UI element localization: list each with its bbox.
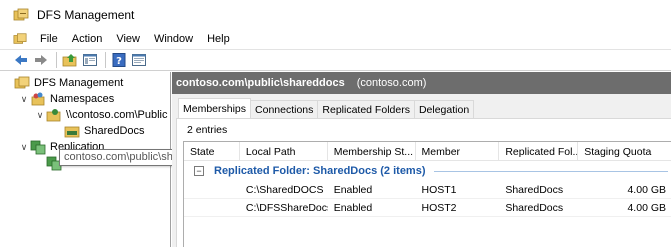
toolbar: ? bbox=[0, 49, 671, 71]
cell-state bbox=[184, 181, 240, 199]
properties-icon bbox=[132, 54, 146, 66]
pane-header: contoso.com\public\shareddocs (contoso.c… bbox=[172, 72, 671, 94]
tab-strip: Memberships Connections Replicated Folde… bbox=[178, 98, 475, 118]
tree-item-label: Namespaces bbox=[50, 93, 115, 105]
collapse-group-icon[interactable]: − bbox=[194, 166, 204, 176]
column-header-state[interactable]: State bbox=[184, 142, 240, 161]
menu-view[interactable]: View bbox=[109, 33, 147, 45]
dfs-management-icon bbox=[13, 8, 29, 21]
back-button[interactable] bbox=[12, 51, 30, 69]
system-menu-icon[interactable] bbox=[13, 32, 27, 46]
help-button[interactable]: ? bbox=[110, 51, 128, 69]
memberships-panel: 2 entries State Local Path Membership St… bbox=[176, 118, 671, 247]
namespace-folder-icon bbox=[46, 109, 61, 122]
replication-icon bbox=[30, 140, 46, 155]
header-path: contoso.com\public\shareddocs bbox=[176, 77, 345, 89]
shared-folder-icon bbox=[64, 126, 80, 138]
dfs-management-icon bbox=[14, 76, 30, 89]
tabs-area: Memberships Connections Replicated Folde… bbox=[172, 94, 671, 247]
cell-local-path: C:\SharedDOCS bbox=[239, 181, 328, 199]
tree-item-namespaces[interactable]: ∨ Namespaces bbox=[18, 91, 114, 107]
tab-replicated-folders[interactable]: Replicated Folders bbox=[317, 100, 415, 118]
namespaces-icon bbox=[31, 92, 45, 106]
up-one-level-button[interactable] bbox=[61, 51, 79, 69]
column-header-member[interactable]: Member bbox=[416, 142, 500, 161]
menu-bar: File Action View Window Help bbox=[0, 30, 671, 48]
column-header-staging-quota[interactable]: Staging Quota bbox=[578, 142, 671, 161]
tab-connections[interactable]: Connections bbox=[250, 100, 319, 118]
group-divider bbox=[433, 170, 668, 172]
cell-staging-quota: 4.00 GB bbox=[578, 199, 671, 217]
header-domain: (contoso.com) bbox=[356, 77, 427, 89]
help-icon: ? bbox=[112, 53, 126, 67]
cell-state bbox=[184, 199, 240, 217]
toolbar-separator bbox=[105, 52, 106, 68]
window-title: DFS Management bbox=[37, 8, 135, 22]
properties-button[interactable] bbox=[130, 51, 148, 69]
tree-item-shareddocs[interactable]: SharedDocs bbox=[64, 123, 145, 139]
menu-action[interactable]: Action bbox=[65, 33, 110, 45]
chevron-down-icon[interactable]: ∨ bbox=[34, 110, 46, 121]
menu-help[interactable]: Help bbox=[200, 33, 237, 45]
tree-item-label: SharedDocs bbox=[84, 125, 145, 137]
grid-header: State Local Path Membership St... Member… bbox=[184, 142, 671, 161]
menu-file[interactable]: File bbox=[33, 33, 65, 45]
tree-item-namespace-public[interactable]: ∨ \\contoso.com\Public bbox=[34, 107, 168, 123]
tree-item-dfs-management[interactable]: DFS Management bbox=[14, 75, 123, 91]
details-pane: contoso.com\public\shareddocs (contoso.c… bbox=[172, 72, 671, 247]
tree-item-label: DFS Management bbox=[34, 77, 124, 89]
svg-text:?: ? bbox=[116, 56, 122, 67]
cell-replicated-folder: SharedDocs bbox=[499, 199, 579, 217]
show-hide-tree-button[interactable] bbox=[81, 51, 99, 69]
cell-membership-status: Enabled bbox=[327, 199, 416, 217]
table-row[interactable]: C:\SharedDOCS Enabled HOST1 SharedDocs 4… bbox=[184, 181, 671, 199]
entries-count: 2 entries bbox=[187, 124, 228, 136]
chevron-down-icon[interactable]: ∨ bbox=[18, 142, 30, 153]
cell-local-path: C:\DFSShareDocs bbox=[239, 199, 328, 217]
back-icon bbox=[15, 55, 27, 65]
memberships-grid: State Local Path Membership St... Member… bbox=[183, 141, 671, 247]
show-hide-tree-icon bbox=[83, 54, 97, 66]
group-header-row[interactable]: − Replicated Folder: SharedDocs (2 items… bbox=[184, 161, 671, 181]
forward-icon bbox=[35, 55, 47, 65]
up-folder-icon bbox=[62, 54, 77, 67]
chevron-down-icon[interactable]: ∨ bbox=[18, 94, 30, 105]
cell-staging-quota: 4.00 GB bbox=[578, 181, 671, 199]
cell-membership-status: Enabled bbox=[327, 181, 416, 199]
tab-delegation[interactable]: Delegation bbox=[413, 100, 475, 118]
column-header-local-path[interactable]: Local Path bbox=[240, 142, 328, 161]
cell-replicated-folder: SharedDocs bbox=[499, 181, 579, 199]
cell-member: HOST1 bbox=[415, 181, 500, 199]
group-title: Replicated Folder: SharedDocs (2 items) bbox=[214, 165, 426, 177]
column-header-replicated-folder[interactable]: Replicated Fol... bbox=[499, 142, 579, 161]
toolbar-separator bbox=[56, 52, 57, 68]
menu-window[interactable]: Window bbox=[147, 33, 200, 45]
table-row[interactable]: C:\DFSShareDocs Enabled HOST2 SharedDocs… bbox=[184, 199, 671, 217]
title-bar: DFS Management bbox=[0, 0, 671, 30]
cell-member: HOST2 bbox=[415, 199, 500, 217]
column-header-membership-status[interactable]: Membership St... bbox=[328, 142, 416, 161]
tab-memberships[interactable]: Memberships bbox=[178, 98, 252, 118]
forward-button[interactable] bbox=[32, 51, 50, 69]
tree-item-label: \\contoso.com\Public bbox=[66, 109, 168, 121]
